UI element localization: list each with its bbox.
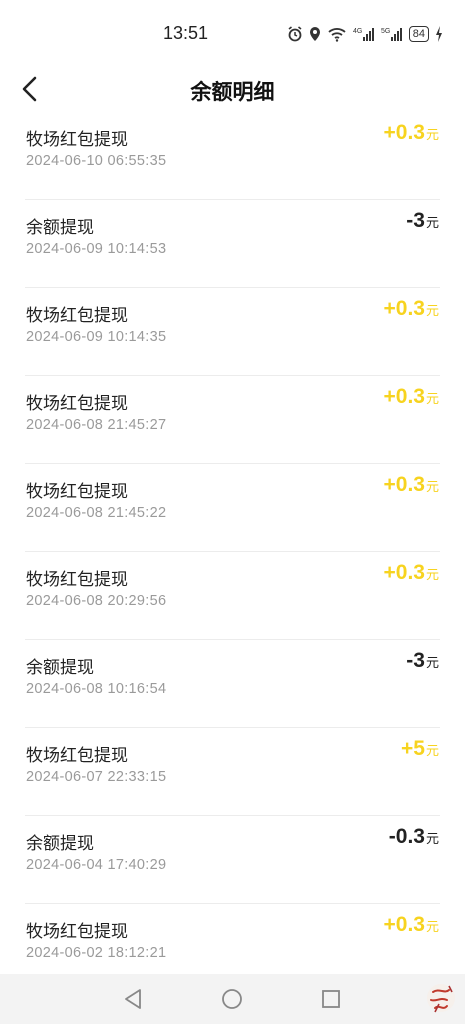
amount-value: +0.3 (383, 561, 425, 584)
record-amount: -0.3元 (389, 825, 439, 849)
record-row[interactable]: 牧场红包提现 2024-06-07 22:33:15 +5元 (25, 728, 440, 816)
amount-value: -3 (406, 649, 425, 672)
record-name: 牧场红包提现 (26, 306, 128, 326)
record-name: 牧场红包提现 (26, 130, 128, 150)
record-row[interactable]: 余额提现 2024-06-04 17:40:29 -0.3元 (25, 816, 440, 904)
record-name: 牧场红包提现 (26, 482, 128, 502)
location-icon (309, 27, 320, 41)
amount-value: +0.3 (383, 385, 425, 408)
record-row[interactable]: 牧场红包提现 2024-06-08 21:45:27 +0.3元 (25, 376, 440, 464)
record-time: 2024-06-02 18:12:21 (26, 945, 167, 961)
record-amount: -3元 (406, 649, 439, 673)
svg-text:5G: 5G (381, 28, 390, 35)
record-row[interactable]: 牧场红包提现 2024-06-10 06:55:35 +0.3元 (25, 112, 440, 200)
record-amount: +0.3元 (384, 297, 439, 321)
record-amount: -3元 (406, 209, 439, 233)
battery-icon: 84 (408, 26, 429, 42)
page-title: 余额明细 (190, 80, 275, 104)
record-amount: +0.3元 (384, 473, 439, 497)
status-icons: 4G 5G 84 (287, 25, 443, 43)
watermark-logo (427, 984, 455, 1013)
amount-unit: 元 (425, 919, 439, 934)
record-time: 2024-06-08 21:45:27 (26, 417, 167, 433)
record-amount: +0.3元 (384, 913, 439, 937)
record-list[interactable]: 牧场红包提现 2024-06-10 06:55:35 +0.3元 余额提现 2024-0… (0, 112, 465, 992)
record-time: 2024-06-10 06:55:35 (26, 153, 167, 169)
nav-recents-icon[interactable] (321, 988, 341, 1010)
wifi-icon (328, 28, 346, 42)
charging-icon (436, 26, 442, 42)
amount-unit: 元 (425, 479, 439, 494)
record-time: 2024-06-04 17:40:29 (26, 857, 167, 873)
record-row[interactable]: 牧场红包提现 2024-06-09 10:14:35 +0.3元 (25, 288, 440, 376)
amount-value: +0.3 (383, 473, 425, 496)
signal-5g-icon: 5G (381, 28, 402, 41)
record-name: 牧场红包提现 (26, 746, 128, 766)
amount-unit: 元 (425, 391, 439, 406)
record-amount: +0.3元 (384, 385, 439, 409)
navigation-bar (0, 974, 465, 1024)
record-amount: +0.3元 (384, 561, 439, 585)
amount-value: +5 (401, 737, 425, 760)
amount-value: +0.3 (383, 121, 425, 144)
record-row[interactable]: 牧场红包提现 2024-06-08 21:45:22 +0.3元 (25, 464, 440, 552)
amount-unit: 元 (425, 127, 439, 142)
record-name: 牧场红包提现 (26, 570, 128, 590)
nav-home-icon[interactable] (221, 988, 243, 1010)
signal-4g-icon: 4G (353, 28, 374, 41)
record-time: 2024-06-07 22:33:15 (26, 769, 167, 785)
record-name: 余额提现 (26, 658, 94, 678)
record-row[interactable]: 牧场红包提现 2024-06-08 20:29:56 +0.3元 (25, 552, 440, 640)
amount-value: +0.3 (383, 297, 425, 320)
record-name: 牧场红包提现 (26, 922, 128, 942)
svg-text:4G: 4G (353, 28, 362, 35)
amount-value: -3 (406, 209, 425, 232)
record-name: 余额提现 (26, 834, 94, 854)
record-name: 牧场红包提现 (26, 394, 128, 414)
record-amount: +5元 (401, 737, 439, 761)
amount-unit: 元 (425, 215, 439, 230)
record-name: 余额提现 (26, 218, 94, 238)
amount-unit: 元 (425, 831, 439, 846)
record-time: 2024-06-09 10:14:35 (26, 329, 167, 345)
record-time: 2024-06-08 10:16:54 (26, 681, 167, 697)
status-time: 13:51 (163, 23, 209, 43)
record-time: 2024-06-08 20:29:56 (26, 593, 167, 609)
record-time: 2024-06-09 10:14:53 (26, 241, 167, 257)
amount-value: -0.3 (388, 825, 425, 848)
amount-unit: 元 (425, 743, 439, 758)
amount-value: +0.3 (383, 913, 425, 936)
record-row[interactable]: 余额提现 2024-06-09 10:14:53 -3元 (25, 200, 440, 288)
amount-unit: 元 (425, 303, 439, 318)
nav-back-icon[interactable] (123, 988, 143, 1010)
alarm-icon (288, 26, 302, 42)
amount-unit: 元 (425, 567, 439, 582)
amount-unit: 元 (425, 655, 439, 670)
header: 余额明细 (0, 64, 465, 116)
record-row[interactable]: 余额提现 2024-06-08 10:16:54 -3元 (25, 640, 440, 728)
record-amount: +0.3元 (384, 121, 439, 145)
status-bar: 13:51 4G 5G 84 (0, 0, 465, 64)
record-time: 2024-06-08 21:45:22 (26, 505, 167, 521)
